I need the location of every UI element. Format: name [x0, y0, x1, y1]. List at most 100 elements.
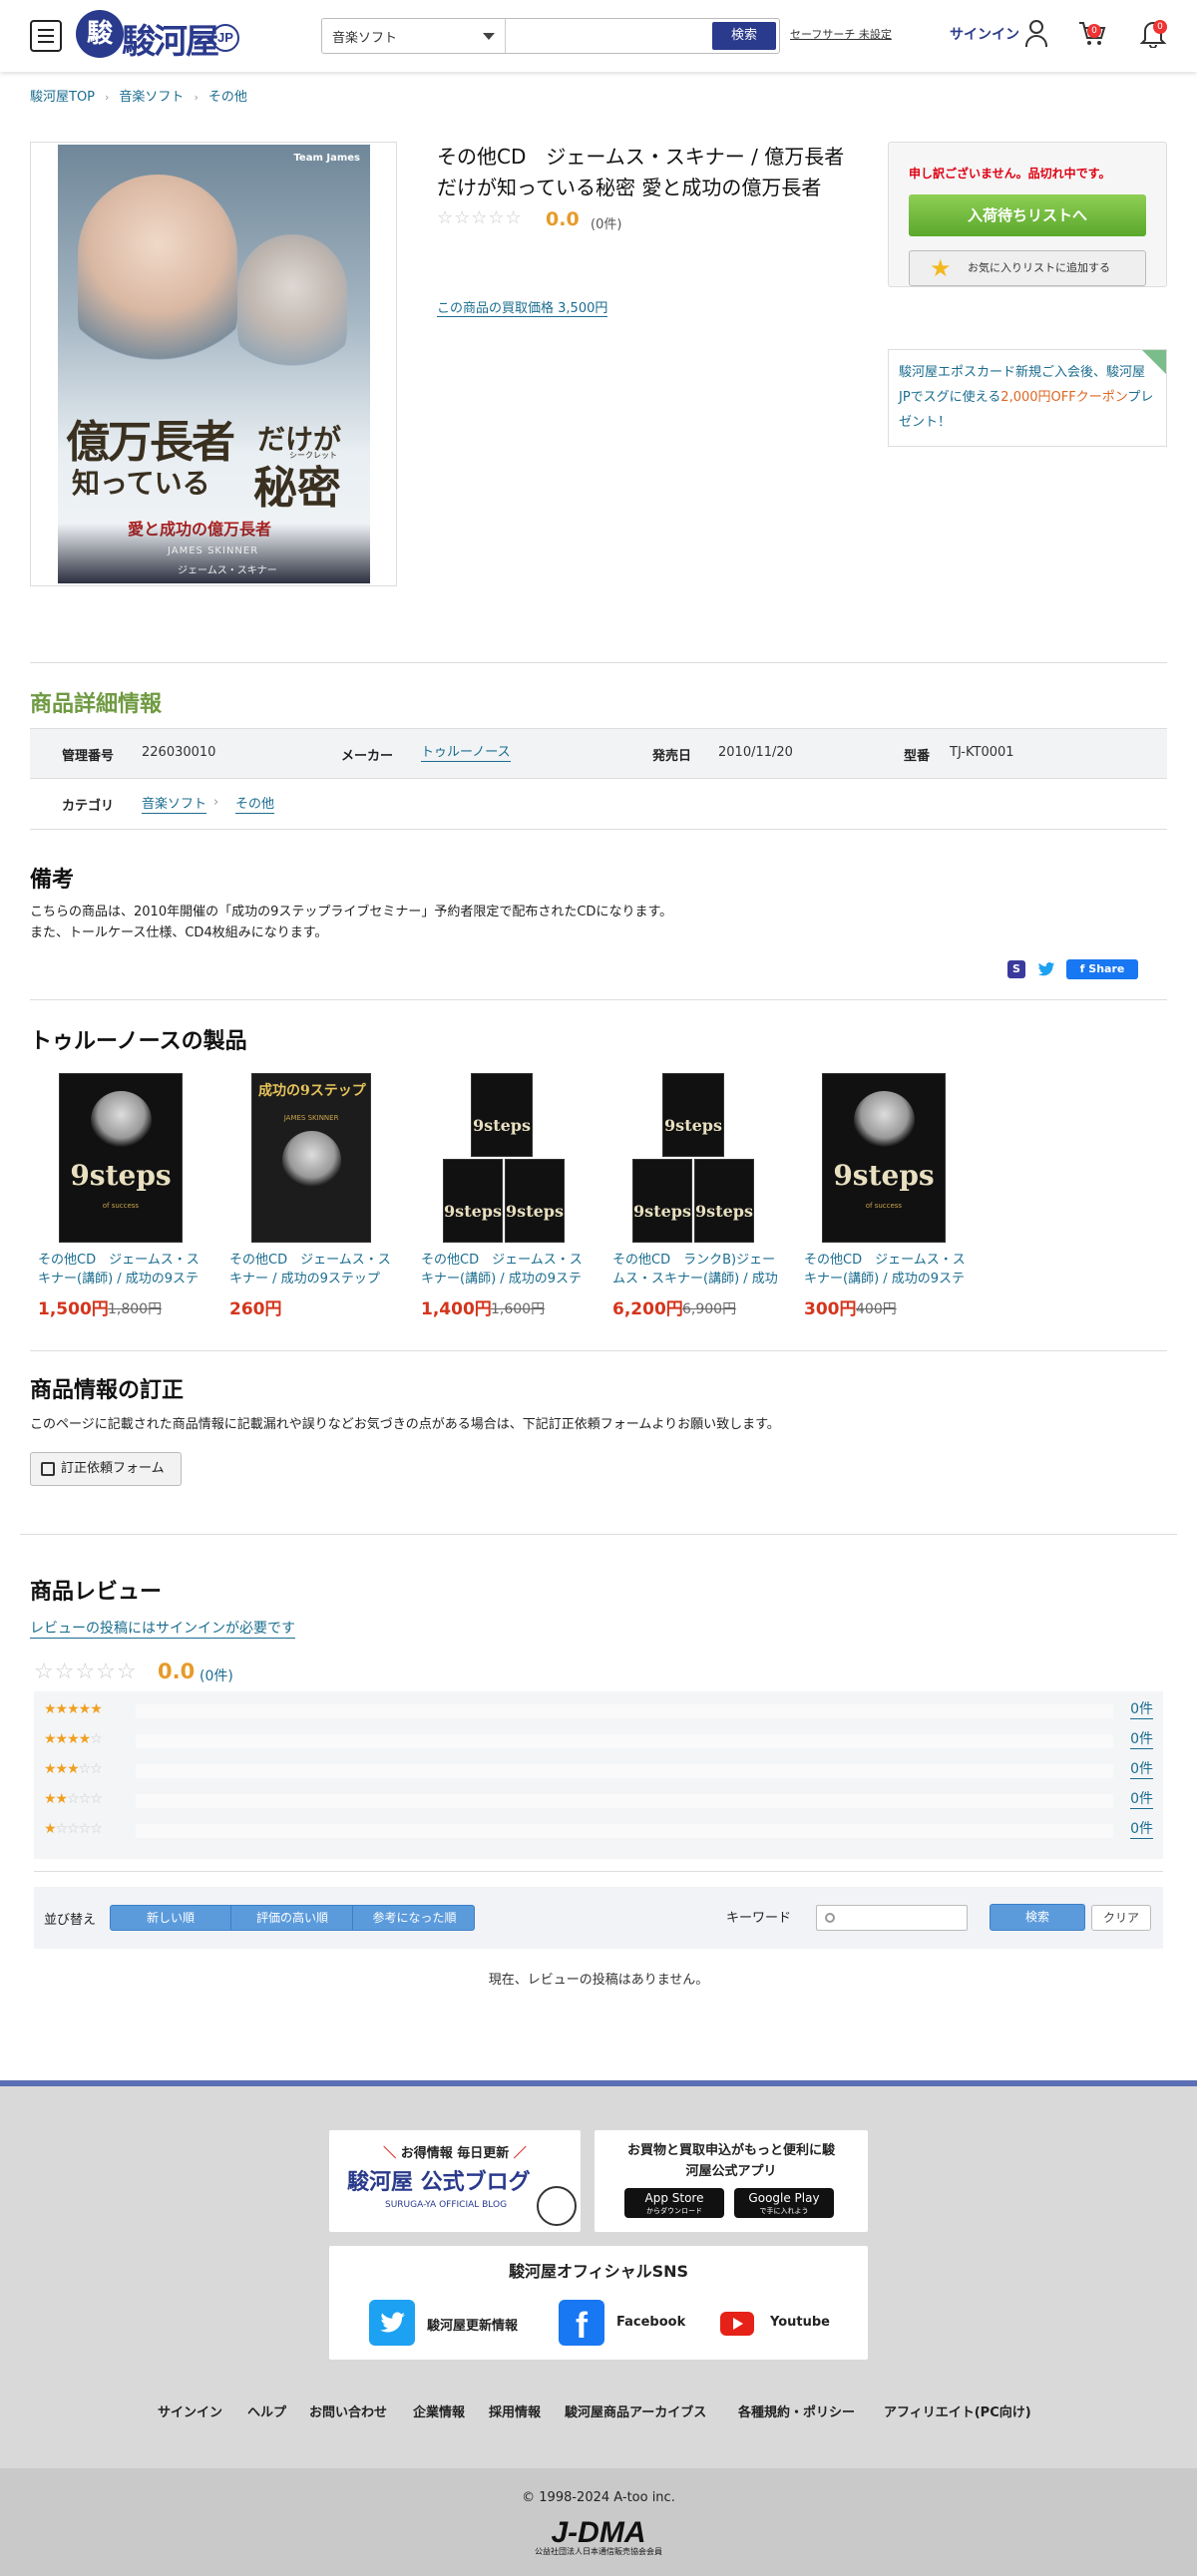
cover-publisher: Team James [293, 153, 360, 164]
menu-icon[interactable] [30, 20, 62, 52]
thumb-title: 成功の9ステップ [258, 1083, 366, 1099]
footer-link-contact[interactable]: お問い合わせ [309, 2401, 387, 2420]
facebook-share-button[interactable]: f Share [1066, 959, 1138, 979]
category-link-other[interactable]: その他 [235, 797, 275, 814]
app-store-sub: からダウンロード [646, 2207, 702, 2215]
app-store-button[interactable]: App Store からダウンロード [624, 2188, 724, 2218]
user-icon[interactable] [1023, 18, 1049, 48]
product-rating-value: 0.0 [546, 208, 580, 230]
thumb-title: 9steps [633, 1201, 691, 1221]
rating-count-link[interactable]: 0件 [1130, 1701, 1153, 1719]
logo-mark: 駿 [76, 10, 124, 58]
sort-newest-button[interactable]: 新しい順 [111, 1906, 231, 1930]
official-blog-banner[interactable]: ＼ お得情報 毎日更新 ／ 駿河屋 公式ブログ SURUGA-YA OFFICI… [329, 2130, 581, 2232]
google-play-button[interactable]: Google Play で手に入れよう [734, 2188, 834, 2218]
share-suruga-icon[interactable]: S [1007, 960, 1025, 978]
rating-count-link[interactable]: 0件 [1130, 1821, 1153, 1839]
footer-link-careers[interactable]: 採用情報 [489, 2401, 541, 2420]
product-rating-stars-icon: ☆☆☆☆☆ [437, 207, 523, 228]
model-value: TJ-KT0001 [950, 745, 1014, 760]
signin-link[interactable]: サインイン [950, 24, 1019, 44]
divider [30, 662, 1167, 663]
buyback-price-link[interactable]: この商品の買取価格 3,500円 [437, 297, 608, 317]
footer-link-company[interactable]: 企業情報 [413, 2401, 465, 2420]
product-thumbnail[interactable]: 9steps 9steps 9steps [413, 1071, 593, 1245]
soldout-message: 申し訳ございません。品切れ中です。 [909, 167, 1111, 181]
product-price: 6,200円 [612, 1299, 683, 1319]
no-reviews-message: 現在、レビューの投稿はありません。 [488, 1973, 709, 1988]
add-favorite-button[interactable]: ★ お気に入りリストに追加する [909, 250, 1146, 286]
product-old-price: 400円 [856, 1301, 897, 1317]
product-name-link[interactable]: その他CD ジェームス・スキナー / 成功の9ステップ [229, 1251, 397, 1288]
star-icon: ★ [930, 254, 952, 282]
footer-link-signin[interactable]: サインイン [158, 2401, 222, 2420]
sort-helpful-button[interactable]: 参考になった順 [354, 1906, 474, 1930]
site-logo[interactable]: 駿 駿河屋 JP [76, 10, 243, 62]
safe-search-link[interactable]: セーフサーチ 未設定 [790, 26, 892, 42]
product-thumbnail[interactable]: 成功の9ステップ JAMES SKINNER [221, 1071, 401, 1245]
product-title: その他CD ジェームス・スキナー / 億万長者だけが知っている秘密 愛と成功の億… [437, 145, 845, 199]
review-keyword-input[interactable] [816, 1905, 968, 1931]
cover-title-b: 知っている [72, 467, 210, 500]
product-image[interactable]: Team James 億万長者 だけが シークレット 知っている 秘密 愛と成功… [58, 145, 370, 583]
thumb-title: 9steps [695, 1201, 753, 1221]
category-link-music[interactable]: 音楽ソフト [142, 797, 207, 814]
cart-count-badge: 0 [1087, 24, 1101, 38]
footer-link-archives[interactable]: 駿河屋商品アーカイブス [565, 2401, 706, 2420]
product-thumbnail[interactable]: 9steps 9steps 9steps [604, 1071, 784, 1245]
product-name-link[interactable]: その他CD ランクB)ジェームス・スキナー(講師) / 成功の9ステップ [612, 1251, 780, 1288]
cart-icon[interactable]: 0 [1077, 18, 1107, 48]
footer-link-help[interactable]: ヘルプ [247, 2401, 286, 2420]
google-play-label: Google Play [748, 2191, 820, 2205]
facebook-icon: f [1079, 962, 1089, 975]
twitter-share-icon[interactable] [1037, 960, 1055, 978]
app-title: お買物と買取申込がもっと便利に駿河屋公式アプリ [626, 2143, 835, 2179]
slash-icon: ／ [509, 2146, 527, 2161]
official-sns-panel: 駿河屋オフィシャルSNS 駿河屋更新情報 f Facebook Youtube [329, 2246, 868, 2360]
bell-icon[interactable]: 0 [1139, 18, 1167, 49]
sns-twitter-label: 駿河屋更新情報 [427, 2319, 519, 2334]
remarks-line-2: また、トールケース仕様、CD4枚組みになります。 [30, 925, 328, 940]
rating-count-link[interactable]: 0件 [1130, 1791, 1153, 1809]
review-search-button[interactable]: 検索 [990, 1904, 1085, 1931]
rating-bar [136, 1764, 1113, 1778]
youtube-icon [720, 2312, 754, 2336]
cover-author-jp: ジェームス・スキナー [178, 565, 277, 576]
cover-photo [281, 1131, 341, 1190]
breadcrumb-separator-icon: › [194, 91, 199, 104]
blog-tag-text: お得情報 毎日更新 [400, 2146, 510, 2161]
rating-count-link[interactable]: 0件 [1130, 1761, 1153, 1779]
category-separator-icon: › [213, 795, 219, 810]
waitlist-button[interactable]: 入荷待ちリストへ [909, 194, 1146, 236]
jdma-logo[interactable]: J-DMA 公益社団法人日本通信販売協会会員 [529, 2516, 668, 2556]
facebook-share-label: Share [1088, 962, 1125, 975]
search-category-select[interactable]: 音楽ソフト [322, 19, 506, 53]
footer-link-policies[interactable]: 各種規約・ポリシー [738, 2401, 855, 2420]
product-thumbnail[interactable]: 9steps of success [30, 1071, 209, 1245]
product-name-link[interactable]: その他CD ジェームス・スキナー(講師) / 成功の9ステップ [38, 1251, 205, 1288]
epos-card-promo[interactable]: 駿河屋エポスカード新規ご入会後、駿河屋JPでスグに使える2,000円OFFクーポ… [888, 349, 1167, 447]
maker-products-heading: トゥルーノースの製品 [30, 1029, 247, 1054]
search-button[interactable]: 検索 [712, 22, 776, 50]
breadcrumb-other[interactable]: その他 [208, 90, 247, 105]
product-name-link[interactable]: その他CD ジェームス・スキナー(講師) / 成功の9ステップ [421, 1251, 589, 1288]
maker-link[interactable]: トゥルーノース [421, 745, 511, 762]
product-old-price: 1,600円 [491, 1301, 546, 1317]
breadcrumb-music[interactable]: 音楽ソフト [119, 90, 184, 105]
rating-count-link[interactable]: 0件 [1130, 1731, 1153, 1749]
footer-link-affiliate[interactable]: アフィリエイト(PC向け) [884, 2401, 1031, 2420]
rating-row-3: ★★★☆☆ 0件 [44, 1761, 1153, 1781]
breadcrumb-top[interactable]: 駿河屋TOP [30, 90, 95, 105]
product-thumbnail[interactable]: 9steps of success [796, 1071, 976, 1245]
search-input[interactable] [512, 23, 706, 49]
sort-top-rated-button[interactable]: 評価の高い順 [232, 1906, 353, 1930]
promo-corner-icon [1142, 350, 1166, 374]
release-value: 2010/11/20 [718, 745, 793, 760]
thumb-subtitle: JAMES SKINNER [283, 1114, 339, 1122]
product-name-link[interactable]: その他CD ジェームス・スキナー(講師) / 成功の9ステップ [804, 1251, 972, 1288]
cover-title-b2: 秘密 [253, 463, 341, 514]
review-signin-link[interactable]: レビューの投稿にはサインインが必要です [30, 1618, 295, 1639]
correction-form-button[interactable]: 訂正依頼フォーム [30, 1452, 182, 1486]
cover-author-en: JAMES SKINNER [168, 546, 259, 556]
review-clear-button[interactable]: クリア [1091, 1905, 1151, 1931]
